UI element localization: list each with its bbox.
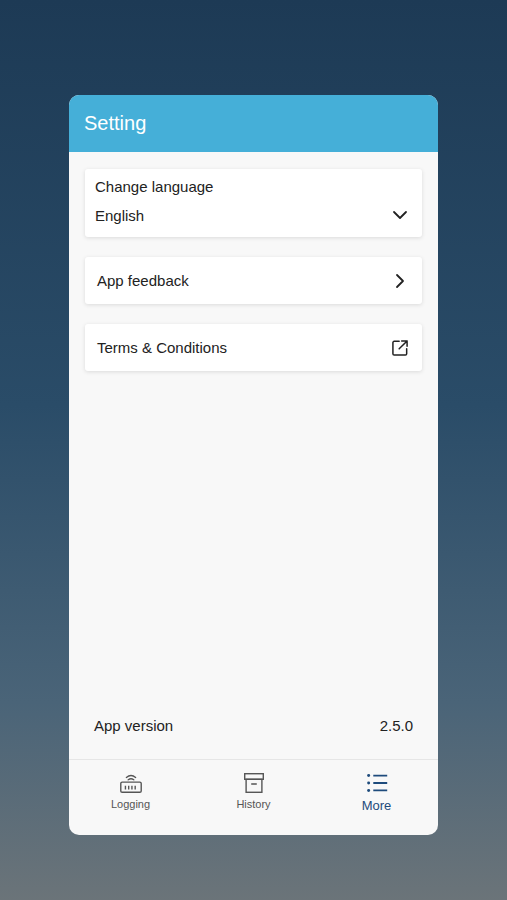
list-icon xyxy=(364,770,390,796)
settings-list: Change language English App feedback Ter… xyxy=(69,152,438,705)
logger-icon xyxy=(118,770,144,796)
external-link-icon xyxy=(390,338,410,358)
tab-bar: Logging History More xyxy=(69,759,438,835)
archive-icon xyxy=(241,770,267,796)
app-version-value: 2.5.0 xyxy=(380,717,413,734)
app-screen: Setting Change language English App feed… xyxy=(0,0,507,900)
tab[interactable]: Logging xyxy=(69,760,192,835)
header: Setting xyxy=(69,95,438,152)
dropdown-value: English xyxy=(95,207,144,224)
settings-panel: Setting Change language English App feed… xyxy=(69,95,438,835)
tab-label: History xyxy=(236,798,270,810)
chevron-down-icon xyxy=(390,205,410,225)
language-dropdown[interactable]: Change language English xyxy=(85,169,422,237)
settings-item-label: App feedback xyxy=(97,272,189,289)
tab-label: Logging xyxy=(111,798,150,810)
settings-item[interactable]: Terms & Conditions xyxy=(85,324,422,371)
app-version: App version 2.5.0 xyxy=(69,705,438,745)
tab-label: More xyxy=(362,798,392,813)
tab[interactable]: More xyxy=(315,760,438,835)
dropdown-label: Change language xyxy=(95,178,410,195)
settings-item-label: Terms & Conditions xyxy=(97,339,227,356)
app-version-label: App version xyxy=(94,717,173,734)
chevron-right-icon xyxy=(390,271,410,291)
tab[interactable]: History xyxy=(192,760,315,835)
header-title: Setting xyxy=(84,112,146,135)
settings-item[interactable]: App feedback xyxy=(85,257,422,304)
